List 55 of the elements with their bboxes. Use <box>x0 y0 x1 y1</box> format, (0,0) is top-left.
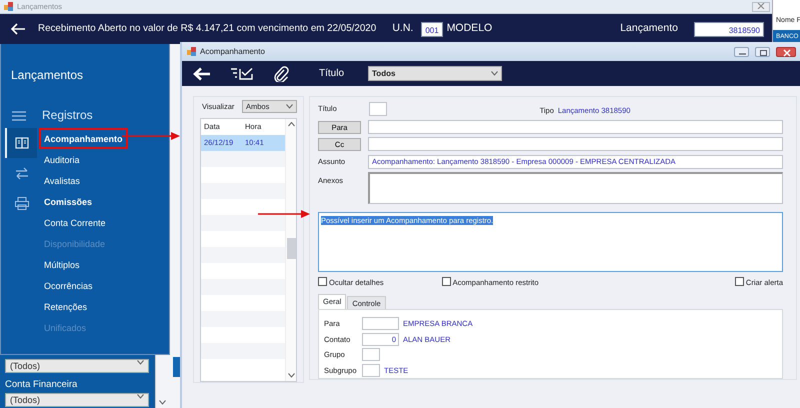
menu-item[interactable]: Auditoria <box>39 149 128 170</box>
section-title: Registros <box>42 107 93 124</box>
menu-item[interactable]: Retenções <box>39 296 128 317</box>
field-label: U.N. <box>392 21 414 36</box>
text-field[interactable] <box>362 364 380 377</box>
menu-item[interactable]: Avalistas <box>39 170 128 191</box>
filter-label: Conta Financeira <box>4 378 78 392</box>
entry-field[interactable]: 3818590 <box>694 22 764 36</box>
sidebar-title: Lançamentos <box>11 67 84 84</box>
unit-field[interactable]: 001 <box>421 22 443 36</box>
field-label: Lançamento <box>620 21 678 36</box>
printer-icon <box>15 196 29 210</box>
text-field[interactable] <box>362 317 399 330</box>
close-button[interactable] <box>752 2 770 12</box>
scroll-down-icon[interactable] <box>288 373 294 378</box>
close-button[interactable] <box>776 46 796 56</box>
close-icon <box>757 2 765 9</box>
menu-item[interactable]: Múltiplos <box>39 254 128 275</box>
caret-icon <box>286 104 293 109</box>
scroll-down-icon[interactable] <box>158 400 166 405</box>
text-field[interactable] <box>368 120 783 134</box>
list-check-icon[interactable] <box>231 68 253 80</box>
back-icon[interactable] <box>10 23 26 35</box>
swap-icon <box>15 166 29 180</box>
text-field[interactable] <box>362 348 380 362</box>
text-field[interactable] <box>368 137 783 151</box>
paperclip-icon[interactable] <box>273 66 289 82</box>
unit-name: MODELO <box>446 21 492 36</box>
scroll-up-icon[interactable] <box>288 122 294 127</box>
menu-item[interactable]: Conta Corrente <box>39 212 128 233</box>
annotation-arrow <box>122 132 180 140</box>
toolbar-label: Título <box>319 67 344 81</box>
menu-icon[interactable] <box>12 111 26 121</box>
back-icon[interactable] <box>192 66 211 80</box>
menu-item[interactable]: Ocorrências <box>39 275 128 296</box>
annotation-arrow <box>258 210 310 218</box>
maximize-button[interactable] <box>755 46 770 56</box>
filter-select[interactable]: (Todos) <box>5 359 149 373</box>
caret-icon <box>491 71 498 76</box>
scroll-thumb[interactable] <box>287 238 296 259</box>
book-icon <box>15 136 29 150</box>
rail-tab[interactable] <box>5 128 37 158</box>
app-icon <box>187 47 196 56</box>
title-field[interactable] <box>369 102 387 116</box>
title-filter-select[interactable]: Todos <box>368 66 502 81</box>
caret-icon <box>137 394 144 399</box>
header-title: Recebimento Aberto no valor de R$ 4.147,21 com vencimento em 22/05/2020 <box>38 22 376 36</box>
filter-select[interactable]: (Todos) <box>5 393 149 407</box>
attachments-field[interactable] <box>368 172 783 204</box>
minimize-button[interactable] <box>734 46 749 56</box>
dialog-title: Acompanhamento <box>200 46 265 58</box>
caret-icon <box>137 360 144 365</box>
menu-item[interactable]: Comissões <box>39 191 128 212</box>
app-icon <box>4 2 13 11</box>
menu-item[interactable]: Acompanhamento <box>39 128 128 149</box>
